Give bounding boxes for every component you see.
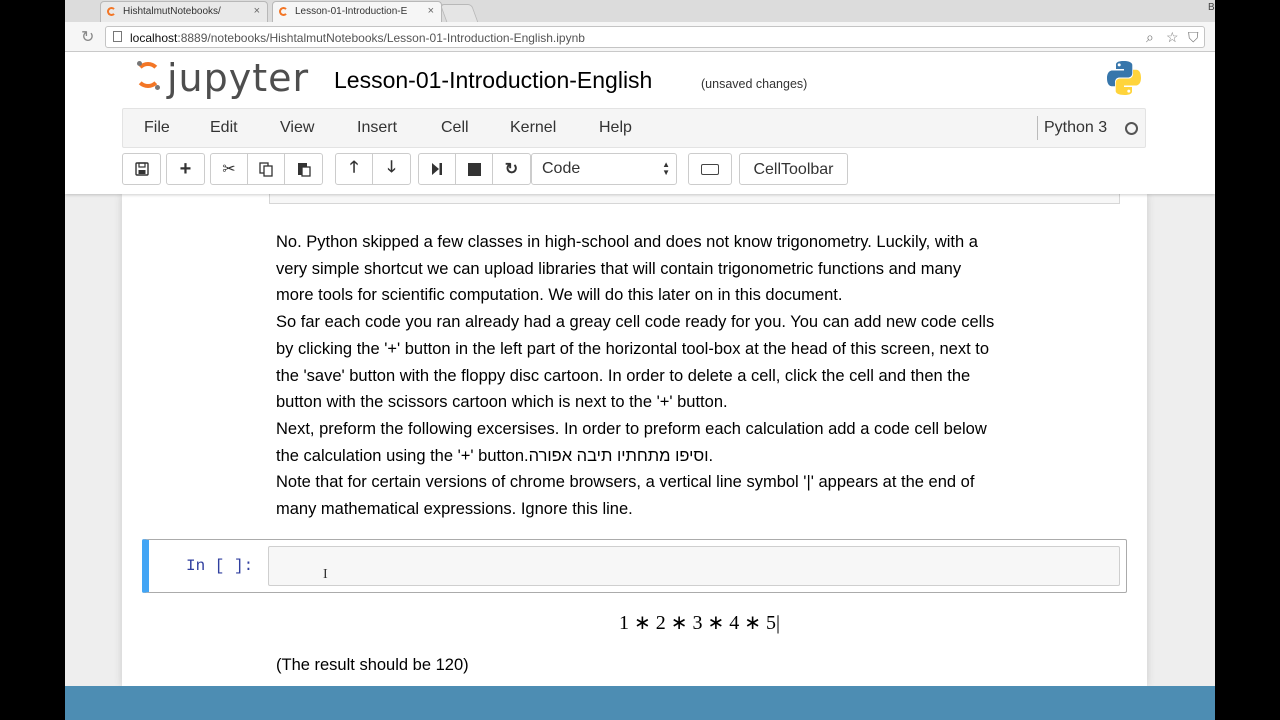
jupyter-page: jupyter Lesson-01-Introduction-English (… [65,52,1215,686]
bottom-bar [65,686,1215,720]
menu-cell[interactable]: Cell [441,119,469,137]
restart-button[interactable]: ↻ [493,154,530,184]
menu-insert[interactable]: Insert [357,119,397,137]
insert-cell-button[interactable]: + [167,154,204,184]
markdown-line: more tools for scientific computation. W… [276,286,843,305]
edit-group: ✂ [210,153,323,185]
plus-icon: + [179,157,192,180]
save-button[interactable] [123,154,160,184]
menu-view[interactable]: View [280,119,314,137]
tab-title: Lesson-01-Introduction-E [295,6,408,17]
markdown-cell[interactable]: No. Python skipped a few classes in high… [276,229,1116,523]
logo-moon-dot [137,61,142,66]
paste-icon [297,163,311,177]
move-up-button[interactable]: 🡑 [336,154,373,184]
menu-help[interactable]: Help [599,119,632,137]
markdown-line: button with the scissors cartoon which i… [276,393,728,412]
code-input[interactable]: I [268,546,1120,586]
menu-bar: File Edit View Insert Cell Kernel Help P… [122,108,1146,148]
markdown-line: the 'save' button with the floppy disc c… [276,366,971,385]
result-note: (The result should be 120) [276,656,469,674]
step-forward-icon [432,163,442,175]
tab-close-icon[interactable]: × [254,5,260,17]
address-bar: ↻ localhost:8889/notebooks/HishtalmutNot… [65,22,1215,52]
browser-tab-strip: HishtalmutNotebooks/ × Lesson-01-Introdu… [65,0,1215,22]
copy-button[interactable] [248,154,285,184]
menu-kernel[interactable]: Kernel [510,119,556,137]
command-palette-button[interactable] [688,153,732,185]
kernel-separator [1037,116,1038,140]
jupyter-favicon-icon [279,7,288,16]
celltoolbar-button[interactable]: CellToolbar [739,153,848,185]
tab-close-icon[interactable]: × [428,5,434,17]
kernel-name: Python 3 [1044,119,1108,136]
page-icon [113,31,122,42]
menu-edit[interactable]: Edit [210,119,238,137]
main-toolbar: + ✂ 🡑 🡓 ↻ Code ▲ ▼ CellToolbar [122,153,1215,187]
save-group [122,153,161,185]
text-cursor-icon: I [323,567,328,582]
markdown-line: Note that for certain versions of chrome… [276,473,975,492]
reload-icon[interactable]: ↻ [81,27,94,47]
scissors-icon: ✂ [222,161,236,178]
markdown-line: very simple shortcut we can upload libra… [276,259,962,278]
move-down-button[interactable]: 🡓 [373,154,410,184]
arrow-down-icon: 🡓 [387,158,396,176]
math-expression: 1 ∗ 2 ∗ 3 ∗ 4 ∗ 5| [619,612,781,634]
python-logo-icon [1107,61,1141,95]
paste-button[interactable] [285,154,322,184]
markdown-line: No. Python skipped a few classes in high… [276,233,978,251]
keyboard-icon [701,164,719,175]
notebook-container: No. Python skipped a few classes in high… [122,194,1147,686]
stop-icon [467,162,481,176]
bookmark-star-icon[interactable]: ☆ [1166,29,1179,46]
input-prompt: In [ ]: [186,557,254,575]
markdown-line: many mathematical expressions. Ignore th… [276,500,633,519]
run-button[interactable] [419,154,456,184]
code-cell-selected[interactable]: In [ ]: I [142,539,1127,593]
interrupt-button[interactable] [456,154,493,184]
restart-icon: ↻ [504,161,519,178]
markdown-line: So far each code you ran already had a g… [276,313,995,332]
notebook-header: jupyter Lesson-01-Introduction-English (… [65,52,1215,194]
copy-icon [259,162,273,177]
browser-tab-notebooks[interactable]: HishtalmutNotebooks/ × [100,1,268,22]
cut-button[interactable]: ✂ [211,154,248,184]
logo-text: jupyter [167,56,310,100]
markdown-line: the calculation using the '+' button.וסי… [276,446,714,465]
save-status: (unsaved changes) [701,77,808,91]
tab-title: HishtalmutNotebooks/ [123,6,221,17]
browser-tab-lesson[interactable]: Lesson-01-Introduction-E × [272,1,442,22]
cell-type-value: Code [542,160,581,177]
previous-cell-bottom[interactable] [269,194,1120,204]
notebook-title[interactable]: Lesson-01-Introduction-English [334,67,652,94]
markdown-line: Next, preform the following excersises. … [276,419,987,438]
insert-group: + [166,153,205,185]
menu-file[interactable]: File [144,119,170,137]
url-text: localhost:8889/notebooks/HishtalmutNoteb… [130,31,585,45]
edge-letter: B [1208,2,1215,13]
floppy-disk-icon [134,162,149,176]
extension-icon[interactable]: ⛉ [1188,29,1199,46]
url-input[interactable]: localhost:8889/notebooks/HishtalmutNoteb… [105,26,1205,48]
run-group: ↻ [418,153,531,185]
select-arrows-icon: ▲ ▼ [662,160,670,177]
kernel-idle-indicator-icon [1125,122,1138,135]
jupyter-favicon-icon [107,7,116,16]
new-tab-button[interactable] [439,4,479,22]
markdown-line: by clicking the '+' button in the left p… [276,339,990,358]
cell-type-select[interactable]: Code ▲ ▼ [531,153,677,185]
zoom-icon[interactable]: ⌕ [1146,29,1154,46]
arrow-up-icon: 🡑 [349,158,359,176]
move-group: 🡑 🡓 [335,153,411,185]
logo-moon-dot [155,85,160,90]
